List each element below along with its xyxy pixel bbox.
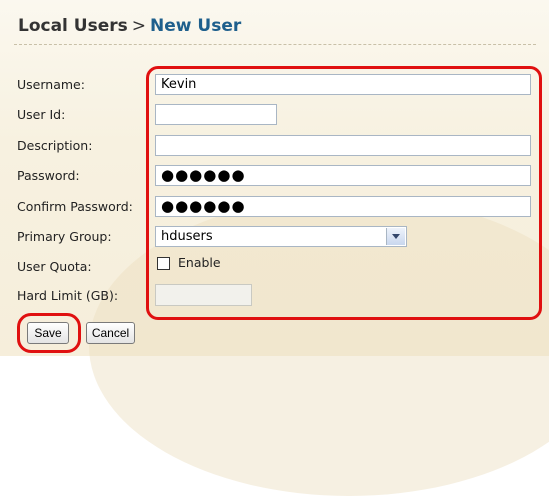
user-id-input[interactable] <box>155 104 277 125</box>
breadcrumb: Local Users > New User <box>18 16 241 36</box>
breadcrumb-separator: > <box>131 16 147 36</box>
description-input[interactable] <box>155 135 531 156</box>
description-label: Description: <box>17 138 93 153</box>
user-quota-label: User Quota: <box>17 259 92 274</box>
primary-group-select[interactable]: hdusers <box>155 226 407 247</box>
username-input[interactable]: Kevin <box>155 74 531 95</box>
save-button[interactable]: Save <box>27 322 69 344</box>
header-divider <box>14 44 536 45</box>
user-quota-enable-label[interactable]: Enable <box>178 255 221 270</box>
password-label: Password: <box>17 168 80 183</box>
confirm-password-label: Confirm Password: <box>17 199 133 214</box>
user-id-label: User Id: <box>17 107 66 122</box>
hard-limit-input[interactable] <box>155 284 252 306</box>
breadcrumb-local-users[interactable]: Local Users <box>18 16 128 36</box>
breadcrumb-new-user: New User <box>150 16 242 36</box>
hard-limit-label: Hard Limit (GB): <box>17 288 119 303</box>
primary-group-label: Primary Group: <box>17 229 112 244</box>
password-input[interactable]: ●●●●●● <box>155 165 531 186</box>
user-quota-checkbox[interactable] <box>157 257 170 270</box>
cancel-button[interactable]: Cancel <box>86 322 135 344</box>
chevron-down-icon[interactable] <box>386 228 405 245</box>
primary-group-value: hdusers <box>161 229 213 244</box>
confirm-password-input[interactable]: ●●●●●● <box>155 196 531 217</box>
username-label: Username: <box>17 77 85 92</box>
